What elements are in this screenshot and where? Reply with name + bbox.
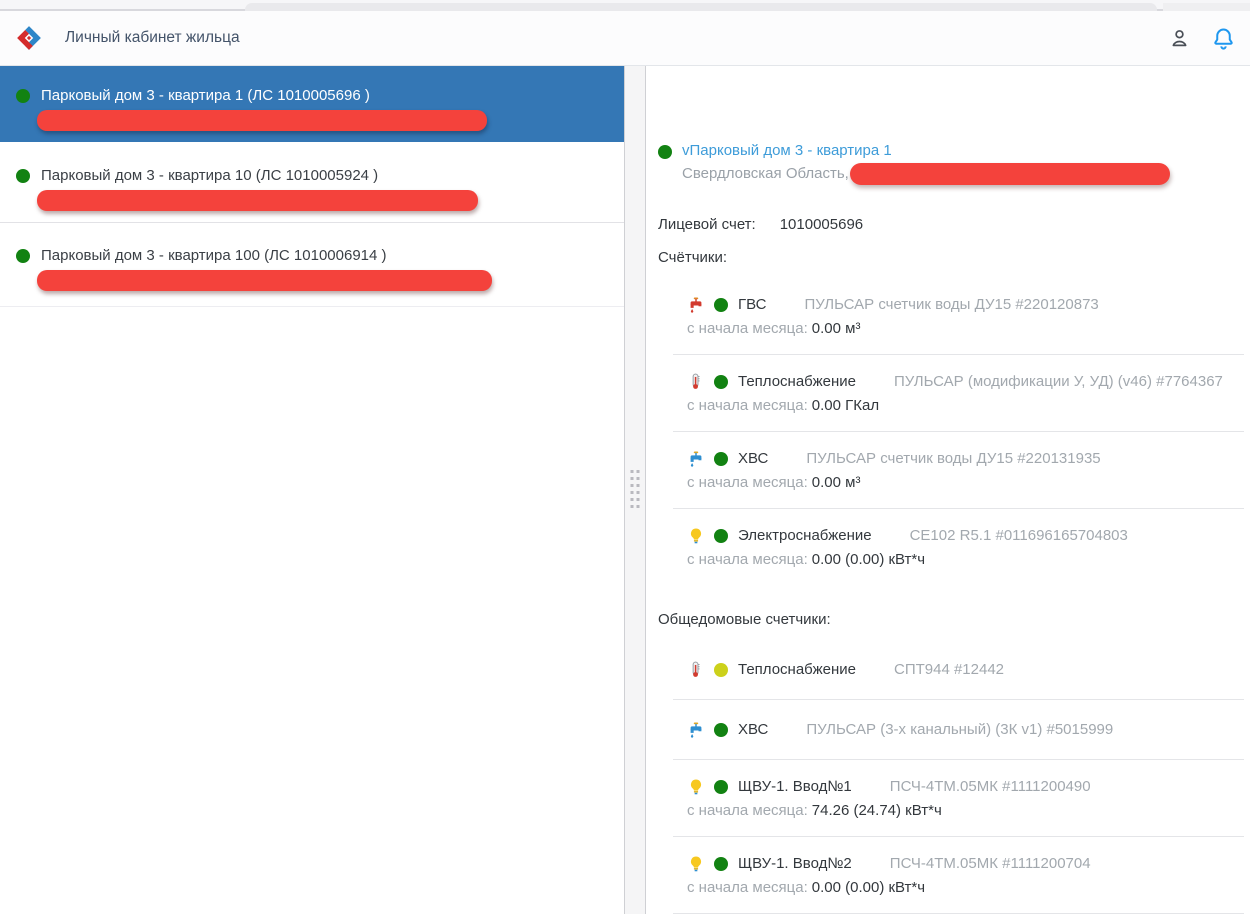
common-meter-row-input1: ЩВУ-1. Ввод№1 ПСЧ-4ТМ.05МК #1111200490 с… bbox=[673, 760, 1244, 837]
account-detail-panel: vПарковый дом 3 - квартира 1 Свердловска… bbox=[646, 66, 1250, 914]
status-dot-green bbox=[16, 89, 30, 103]
meter-model: ПУЛЬСАР (модификации У, УД) (v46) #77643… bbox=[894, 372, 1223, 391]
address-redaction-bar bbox=[37, 270, 492, 291]
meter-type: Теплоснабжение bbox=[738, 372, 856, 391]
cold-water-faucet-icon bbox=[687, 721, 705, 739]
common-meters-heading: Общедомовые счетчики: bbox=[658, 611, 1244, 628]
sidebar-account-item-1[interactable]: Парковый дом 3 - квартира 1 (ЛС 10100056… bbox=[0, 66, 624, 142]
account-address: Свердловская Область, bbox=[682, 163, 1170, 185]
meter-model: ПУЛЬСАР счетчик воды ДУ15 #220120873 bbox=[804, 295, 1098, 314]
notifications-bell-icon[interactable] bbox=[1211, 26, 1236, 51]
common-meter-row-input2: ЩВУ-1. Ввод№2 ПСЧ-4ТМ.05МК #1111200704 с… bbox=[673, 837, 1244, 914]
meter-row-gvs: ГВС ПУЛЬСАР счетчик воды ДУ15 #220120873… bbox=[673, 278, 1244, 355]
meter-model: СЕ102 R5.1 #011696165704803 bbox=[910, 526, 1128, 545]
browser-chrome-remnant bbox=[1163, 3, 1250, 11]
status-dot-green bbox=[714, 780, 728, 794]
status-dot-green bbox=[658, 145, 672, 159]
meters-section-heading: Счётчики: bbox=[658, 249, 1244, 266]
meter-model: ПСЧ-4ТМ.05МК #1111200490 bbox=[890, 777, 1091, 796]
meter-model: ПСЧ-4ТМ.05МК #1111200704 bbox=[890, 854, 1091, 873]
value-label: с начала месяца: bbox=[687, 879, 808, 896]
status-dot-green bbox=[714, 857, 728, 871]
address-redaction-bar bbox=[37, 110, 487, 131]
browser-chrome-strip bbox=[0, 0, 1250, 11]
account-number-label: Лицевой счет: bbox=[658, 216, 756, 233]
page-title: Личный кабинет жильца bbox=[65, 29, 240, 47]
meter-row-hvs: ХВС ПУЛЬСАР счетчик воды ДУ15 #220131935… bbox=[673, 432, 1244, 509]
meter-type: Электроснабжение bbox=[738, 526, 872, 545]
meter-value: 0.00 ГКал bbox=[812, 397, 879, 414]
sidebar-account-item-2[interactable]: Парковый дом 3 - квартира 10 (ЛС 1010005… bbox=[0, 142, 624, 223]
meter-model: СПТ944 #12442 bbox=[894, 660, 1004, 679]
cold-water-faucet-icon bbox=[687, 450, 705, 468]
meter-value: 0.00 (0.00) кВт*ч bbox=[812, 879, 925, 896]
splitter-grip-handle[interactable] bbox=[631, 470, 640, 508]
meter-type: ЩВУ-1. Ввод№1 bbox=[738, 777, 852, 796]
account-item-label: Парковый дом 3 - квартира 1 (ЛС 10100056… bbox=[41, 86, 370, 106]
meter-type: ХВС bbox=[738, 449, 768, 468]
meter-type: ХВС bbox=[738, 720, 768, 739]
value-label: с начала месяца: bbox=[687, 320, 808, 337]
value-label: с начала месяца: bbox=[687, 397, 808, 414]
meter-value: 0.00 м³ bbox=[812, 474, 861, 491]
light-bulb-icon bbox=[687, 778, 705, 796]
light-bulb-icon bbox=[687, 527, 705, 545]
common-meter-row-heat: Теплоснабжение СПТ944 #12442 bbox=[673, 640, 1244, 700]
meter-value: 74.26 (24.74) кВт*ч bbox=[812, 802, 942, 819]
personal-account-row: Лицевой счет: 1010005696 bbox=[658, 216, 1244, 233]
meter-model: ПУЛЬСАР счетчик воды ДУ15 #220131935 bbox=[806, 449, 1100, 468]
meter-type: ГВС bbox=[738, 295, 766, 314]
light-bulb-icon bbox=[687, 855, 705, 873]
sidebar-account-item-3[interactable]: Парковый дом 3 - квартира 100 (ЛС 101000… bbox=[0, 223, 624, 307]
meter-row-heat: Теплоснабжение ПУЛЬСАР (модификации У, У… bbox=[673, 355, 1244, 432]
account-item-label: Парковый дом 3 - квартира 100 (ЛС 101000… bbox=[41, 246, 387, 266]
app-logo-icon bbox=[14, 23, 44, 53]
value-label: с начала месяца: bbox=[687, 802, 808, 819]
meter-type: Теплоснабжение bbox=[738, 660, 856, 679]
thermometer-icon bbox=[687, 661, 705, 679]
status-dot-green bbox=[16, 249, 30, 263]
browser-omnibox-remnant bbox=[245, 3, 1157, 11]
status-dot-green bbox=[714, 375, 728, 389]
value-label: с начала месяца: bbox=[687, 474, 808, 491]
status-dot-yellow bbox=[714, 663, 728, 677]
meter-value: 0.00 м³ bbox=[812, 320, 861, 337]
address-redaction-bar bbox=[850, 163, 1170, 185]
panel-splitter[interactable] bbox=[624, 66, 646, 914]
user-profile-icon[interactable] bbox=[1168, 27, 1191, 50]
thermometer-icon bbox=[687, 373, 705, 391]
account-number-value: 1010005696 bbox=[780, 216, 863, 233]
status-dot-green bbox=[714, 723, 728, 737]
status-dot-green bbox=[714, 452, 728, 466]
collapse-caret-icon: v bbox=[682, 142, 690, 159]
meter-value: 0.00 (0.00) кВт*ч bbox=[812, 551, 925, 568]
account-item-label: Парковый дом 3 - квартира 10 (ЛС 1010005… bbox=[41, 166, 378, 186]
meter-row-electricity: Электроснабжение СЕ102 R5.1 #01169616570… bbox=[673, 509, 1244, 585]
common-meter-row-hvs: ХВС ПУЛЬСАР (3-х канальный) (3К v1) #501… bbox=[673, 700, 1244, 760]
value-label: с начала месяца: bbox=[687, 551, 808, 568]
status-dot-green bbox=[714, 529, 728, 543]
app-header: Личный кабинет жильца bbox=[0, 11, 1250, 66]
meter-model: ПУЛЬСАР (3-х канальный) (3К v1) #5015999 bbox=[806, 720, 1113, 739]
status-dot-green bbox=[714, 298, 728, 312]
accounts-sidebar: Парковый дом 3 - квартира 1 (ЛС 10100056… bbox=[0, 66, 624, 914]
status-dot-green bbox=[16, 169, 30, 183]
hot-water-faucet-icon bbox=[687, 296, 705, 314]
meter-type: ЩВУ-1. Ввод№2 bbox=[738, 854, 852, 873]
account-link[interactable]: vПарковый дом 3 - квартира 1 bbox=[682, 142, 1170, 160]
address-redaction-bar bbox=[37, 190, 478, 211]
